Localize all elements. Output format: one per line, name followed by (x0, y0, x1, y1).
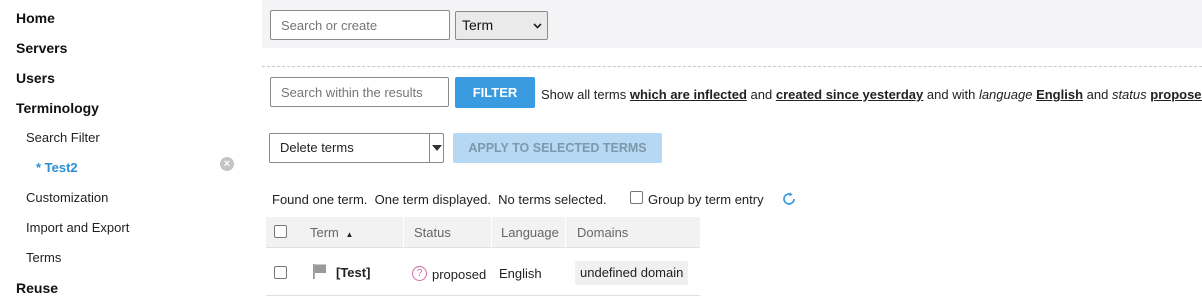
filter-desc-text: and (746, 87, 776, 102)
table-header: Term ▲ Status Language Domains (266, 217, 700, 248)
chevron-down-icon (533, 12, 542, 50)
close-circle-icon[interactable]: × (220, 157, 234, 171)
filter-link-inflected[interactable]: which are inflected (630, 87, 747, 102)
row-select-checkbox[interactable] (274, 266, 287, 279)
column-header-domains[interactable]: Domains (567, 217, 700, 248)
bulk-action-select[interactable]: Delete terms (269, 133, 444, 163)
nav-filter-test2[interactable]: * Test2 (36, 160, 78, 175)
group-by-entry-label[interactable]: Group by term entry (648, 192, 764, 207)
filter-desc-text: Show all terms (541, 87, 630, 102)
type-select-value: Term (462, 17, 494, 33)
term-language: English (499, 266, 542, 281)
filter-desc-text: and (1083, 87, 1112, 102)
filter-desc-status: status (1111, 87, 1147, 102)
nav-reuse[interactable]: Reuse (16, 280, 58, 296)
nav-terms[interactable]: Terms (26, 250, 61, 265)
column-header-language[interactable]: Language (493, 217, 566, 248)
filter-description: Show all terms which are inflected and c… (541, 87, 1202, 102)
group-by-entry-checkbox[interactable] (630, 191, 643, 204)
question-circle-icon: ? (412, 266, 427, 281)
nav-users[interactable]: Users (16, 70, 55, 86)
sidebar: Home Servers Users Terminology Search Fi… (0, 0, 260, 301)
top-search-bar: Term (262, 0, 1202, 48)
table-row[interactable]: [Test] ? proposed English undefined doma… (266, 249, 700, 296)
sort-ascending-icon: ▲ (345, 230, 354, 239)
term-link[interactable]: [Test] (336, 265, 370, 280)
search-or-create-input[interactable] (270, 10, 450, 40)
apply-to-selected-button[interactable]: APPLY TO SELECTED TERMS (453, 133, 662, 163)
filter-desc-language: language (978, 87, 1033, 102)
column-header-term-label: Term (310, 225, 339, 240)
nav-search-filter[interactable]: Search Filter (26, 130, 100, 145)
refresh-icon[interactable] (781, 191, 797, 207)
nav-servers[interactable]: Servers (16, 40, 67, 56)
results-summary: Found one term. One term displayed. No t… (272, 192, 607, 207)
nav-home[interactable]: Home (16, 10, 55, 26)
type-select[interactable]: Term (455, 11, 548, 40)
domain-tag: undefined domain (575, 261, 689, 285)
bulk-action-value: Delete terms (280, 140, 354, 155)
filter-desc-text: and with (923, 87, 979, 102)
nav-import-export[interactable]: Import and Export (26, 220, 129, 235)
filter-link-proposed[interactable]: proposed (1150, 87, 1202, 102)
search-within-results-input[interactable] (270, 77, 449, 107)
filter-link-created[interactable]: created since yesterday (776, 87, 923, 102)
filter-link-english[interactable]: English (1036, 87, 1083, 102)
term-status: proposed (432, 267, 487, 282)
nav-terminology[interactable]: Terminology (16, 100, 99, 116)
column-header-status[interactable]: Status (405, 217, 492, 248)
filter-button[interactable]: FILTER (455, 77, 535, 108)
column-header-term[interactable]: Term ▲ (302, 217, 404, 248)
nav-customization[interactable]: Customization (26, 190, 108, 205)
dropdown-arrow-icon (429, 134, 443, 162)
divider (262, 66, 1202, 67)
select-all-checkbox[interactable] (274, 225, 287, 238)
flag-icon (312, 263, 328, 280)
